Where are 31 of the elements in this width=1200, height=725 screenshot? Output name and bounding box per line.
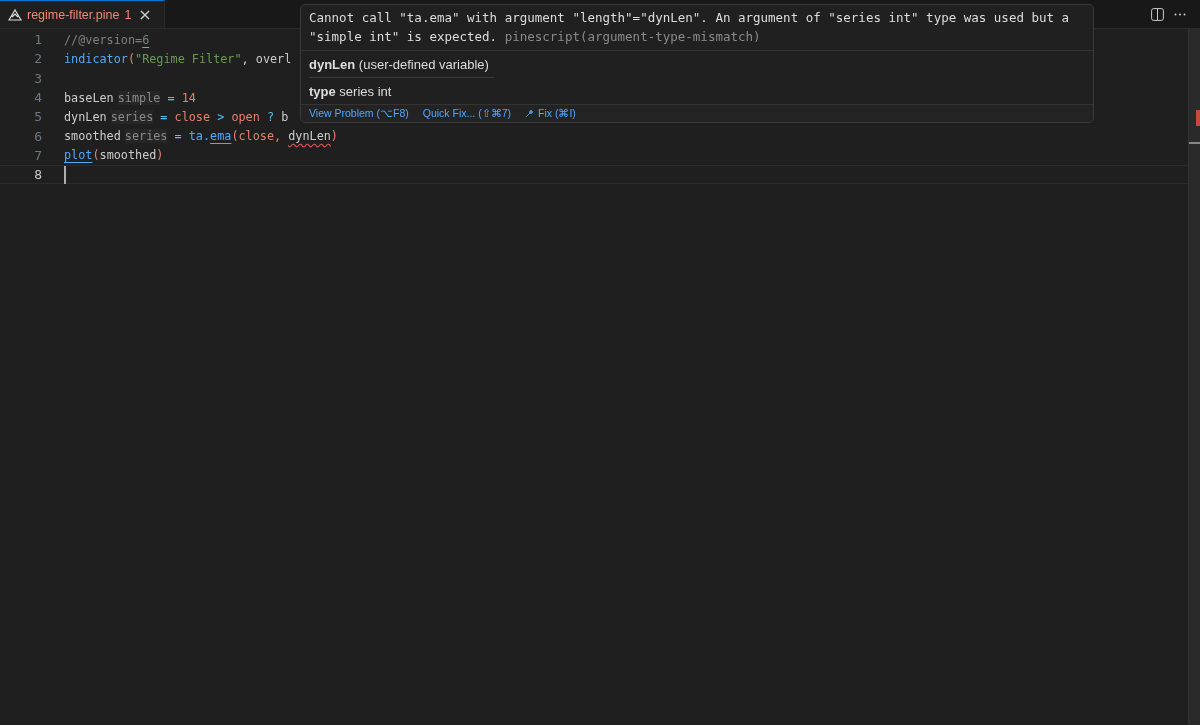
line-number: 4 [33,90,42,106]
problem-count: 1 [124,7,132,22]
problem-message: Cannot call "ta.ema" with argument "length"="dynLen". An argument of "series int" type was used but a "simple int" is expected. pinescript(argument-type-mismatch) [301,5,1093,51]
action-link[interactable]: View Problem (⌥F8) [309,107,409,119]
line-number: 7 [33,147,42,163]
code-line: smoothed series = ta.ema(close, dynLen) [64,128,338,145]
tab-title: regime-filter.pine [27,7,120,22]
scrollbar[interactable] [1188,29,1200,725]
line-number: 3 [33,70,42,86]
text-cursor [64,165,66,184]
close-button[interactable]: × [136,6,154,23]
line-number: 5 [33,109,42,125]
line-number: 6 [33,128,42,144]
code-line: //@version=6 [64,31,150,49]
type-info: type series int [308,83,393,101]
line-number: 8 [33,167,42,183]
sparkle-icon [525,108,534,118]
line-number: 2 [33,51,42,67]
split-editor-icon[interactable] [1151,7,1164,21]
code-line: indicator("Regime Filter", overl [64,50,292,68]
action-link[interactable]: Fix (⌘I) [525,107,576,119]
error-marker [1196,110,1200,126]
editor-tab[interactable]: regime-filter.pine 1 × [0,0,165,28]
line-number: 1 [33,32,42,48]
code-line: dynLen series = close > open ? b [64,108,289,126]
code-line: plot(smoothed) [64,147,164,165]
more-icon[interactable] [1174,12,1186,16]
symbol-info: dynLen (user-defined variable) [308,56,490,74]
mountain-icon [8,8,22,21]
code-line: baseLen simple = 14 [64,89,196,107]
action-link[interactable]: Quick Fix... (⇧⌘7) [422,107,511,119]
